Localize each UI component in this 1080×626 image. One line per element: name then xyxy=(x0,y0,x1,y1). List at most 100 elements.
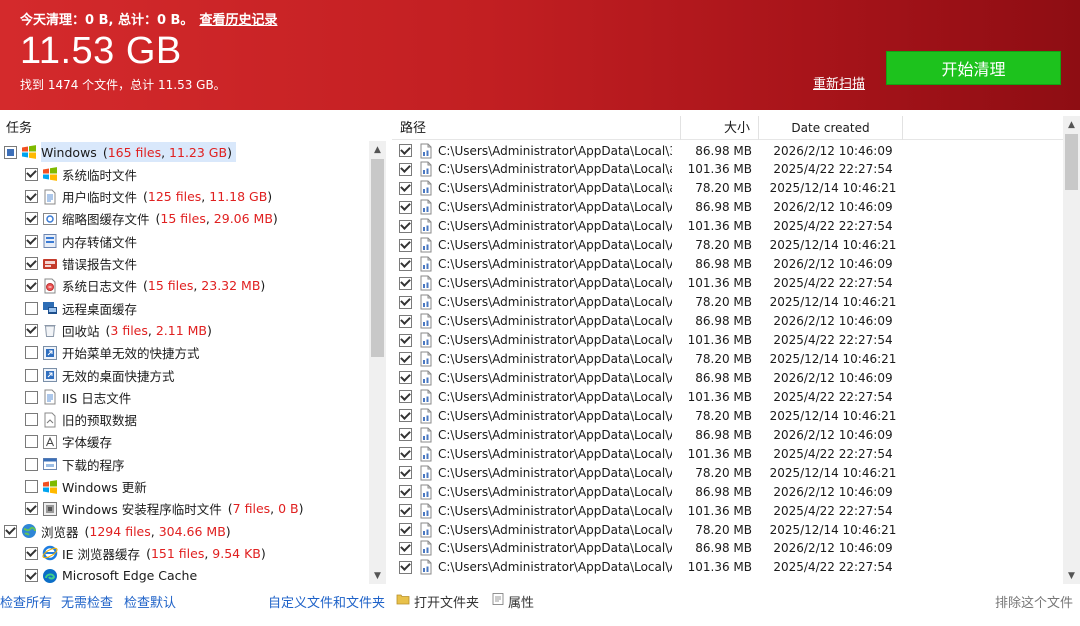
file-checkbox[interactable] xyxy=(399,428,412,442)
task-checkbox[interactable] xyxy=(4,524,17,538)
file-row[interactable]: C:\Users\Administrator\AppData\Local\A..… xyxy=(392,501,1063,520)
open-folder-button[interactable]: 打开文件夹 xyxy=(414,592,479,611)
file-checkbox[interactable] xyxy=(399,295,412,309)
task-item[interactable]: Windows (165 files, 11.23 GB) xyxy=(0,141,368,163)
column-header-date[interactable]: Date created xyxy=(759,116,903,140)
rescan-link[interactable]: 重新扫描 xyxy=(813,73,865,92)
file-row[interactable]: C:\Users\Administrator\AppData\Local\A..… xyxy=(392,406,1063,425)
scroll-down-arrow-icon[interactable]: ▼ xyxy=(1063,567,1080,584)
file-row[interactable]: C:\Users\Administrator\AppData\Local\A..… xyxy=(392,520,1063,539)
file-row[interactable]: C:\Users\Administrator\AppData\Local\A..… xyxy=(392,274,1063,293)
task-item[interactable]: 缩略图缓存文件 (15 files, 29.06 MB) xyxy=(0,208,368,230)
file-row[interactable]: C:\Users\Administrator\AppData\Local\A..… xyxy=(392,558,1063,577)
task-checkbox[interactable] xyxy=(25,435,38,449)
file-row[interactable]: C:\Users\Administrator\AppData\Local\A..… xyxy=(392,217,1063,236)
file-checkbox[interactable] xyxy=(399,257,412,271)
task-item[interactable]: 内存转储文件 xyxy=(0,230,368,252)
task-item[interactable]: 下载的程序 xyxy=(0,453,368,475)
file-checkbox[interactable] xyxy=(399,352,412,366)
file-checkbox[interactable] xyxy=(399,333,412,347)
check-none-link[interactable]: 无需检查 xyxy=(61,592,113,611)
scroll-up-arrow-icon[interactable]: ▲ xyxy=(369,141,386,158)
file-row[interactable]: C:\Users\Administrator\AppData\Local\A..… xyxy=(392,293,1063,312)
start-clean-button[interactable]: 开始清理 xyxy=(886,51,1061,85)
properties-button[interactable]: 属性 xyxy=(508,592,534,611)
file-row[interactable]: C:\Users\Administrator\AppData\Local\A..… xyxy=(392,444,1063,463)
file-row[interactable]: C:\Users\Administrator\AppData\Local\3..… xyxy=(392,141,1063,160)
file-row[interactable]: C:\Users\Administrator\AppData\Local\A..… xyxy=(392,387,1063,406)
file-row[interactable]: C:\Users\Administrator\AppData\Local\al.… xyxy=(392,160,1063,179)
task-item[interactable]: IE 浏览器缓存 (151 files, 9.54 KB) xyxy=(0,542,368,564)
file-checkbox[interactable] xyxy=(399,447,412,461)
task-item[interactable]: IIS 日志文件 xyxy=(0,386,368,408)
task-checkbox[interactable] xyxy=(25,546,38,560)
file-row[interactable]: C:\Users\Administrator\AppData\Local\A..… xyxy=(392,368,1063,387)
file-checkbox[interactable] xyxy=(399,409,412,423)
file-checkbox[interactable] xyxy=(399,162,412,176)
task-item[interactable]: Microsoft Edge Cache xyxy=(0,565,368,584)
task-checkbox[interactable] xyxy=(25,190,38,204)
task-checkbox[interactable] xyxy=(25,301,38,315)
column-header-path[interactable]: 路径 xyxy=(392,116,681,140)
file-row[interactable]: C:\Users\Administrator\AppData\Local\A..… xyxy=(392,482,1063,501)
task-checkbox[interactable] xyxy=(25,457,38,471)
file-checkbox[interactable] xyxy=(399,144,412,157)
task-checkbox[interactable] xyxy=(25,480,38,493)
column-header-size[interactable]: 大小 xyxy=(681,116,759,140)
task-item[interactable]: 开始菜单无效的快捷方式 xyxy=(0,342,368,364)
task-item[interactable]: 浏览器 (1294 files, 304.66 MB) xyxy=(0,520,368,542)
file-row[interactable]: C:\Users\Administrator\AppData\Local\A..… xyxy=(392,236,1063,255)
task-item[interactable]: Windows 安装程序临时文件 (7 files, 0 B) xyxy=(0,498,368,520)
task-checkbox[interactable] xyxy=(25,502,38,516)
task-item[interactable]: 回收站 (3 files, 2.11 MB) xyxy=(0,319,368,341)
file-row[interactable]: C:\Users\Administrator\AppData\Local\A..… xyxy=(392,349,1063,368)
task-scrollbar[interactable]: ▲ ▼ xyxy=(369,141,386,584)
file-row[interactable]: C:\Users\Administrator\AppData\Local\a..… xyxy=(392,179,1063,198)
task-checkbox[interactable] xyxy=(25,390,38,404)
task-checkbox[interactable] xyxy=(25,323,38,337)
file-checkbox[interactable] xyxy=(399,485,412,499)
scroll-down-arrow-icon[interactable]: ▼ xyxy=(369,567,386,584)
file-row[interactable]: C:\Users\Administrator\AppData\Local\A..… xyxy=(392,539,1063,558)
task-checkbox[interactable] xyxy=(25,279,38,293)
task-item[interactable]: 错误报告文件 xyxy=(0,253,368,275)
file-scrollbar[interactable]: ▲ ▼ xyxy=(1063,116,1080,584)
task-checkbox[interactable] xyxy=(25,413,38,427)
scroll-up-arrow-icon[interactable]: ▲ xyxy=(1063,116,1080,133)
task-item[interactable]: 远程桌面缓存 xyxy=(0,297,368,319)
file-row[interactable]: C:\Users\Administrator\AppData\Local\A..… xyxy=(392,312,1063,331)
task-checkbox[interactable] xyxy=(25,234,38,248)
task-item[interactable]: 无效的桌面快捷方式 xyxy=(0,364,368,386)
custom-files-link[interactable]: 自定义文件和文件夹 xyxy=(268,592,385,611)
task-item[interactable]: 用户临时文件 (125 files, 11.18 GB) xyxy=(0,186,368,208)
file-row[interactable]: C:\Users\Administrator\AppData\Local\A..… xyxy=(392,331,1063,350)
file-checkbox[interactable] xyxy=(399,276,412,290)
file-checkbox[interactable] xyxy=(399,200,412,214)
task-checkbox[interactable] xyxy=(25,346,38,360)
file-row[interactable]: C:\Users\Administrator\AppData\Local\A..… xyxy=(392,255,1063,274)
file-checkbox[interactable] xyxy=(399,371,412,385)
task-checkbox[interactable] xyxy=(25,368,38,382)
task-checkbox[interactable] xyxy=(25,257,38,270)
check-default-link[interactable]: 检查默认 xyxy=(124,592,176,611)
history-link[interactable]: 查看历史记录 xyxy=(199,13,277,28)
task-item[interactable]: 系统日志文件 (15 files, 23.32 MB) xyxy=(0,275,368,297)
file-checkbox[interactable] xyxy=(399,523,412,536)
file-checkbox[interactable] xyxy=(399,504,412,518)
file-row[interactable]: C:\Users\Administrator\AppData\Local\A..… xyxy=(392,463,1063,482)
file-checkbox[interactable] xyxy=(399,560,412,574)
file-checkbox[interactable] xyxy=(399,238,412,252)
check-all-link[interactable]: 检查所有 xyxy=(0,592,52,611)
task-item[interactable]: Windows 更新 xyxy=(0,476,368,498)
file-checkbox[interactable] xyxy=(399,466,412,480)
task-item[interactable]: 系统临时文件 xyxy=(0,163,368,185)
scroll-thumb[interactable] xyxy=(371,159,384,357)
file-checkbox[interactable] xyxy=(399,181,412,195)
task-checkbox[interactable] xyxy=(25,569,38,583)
file-row[interactable]: C:\Users\Administrator\AppData\Local\A..… xyxy=(392,425,1063,444)
task-checkbox[interactable] xyxy=(25,167,38,181)
file-checkbox[interactable] xyxy=(399,541,412,555)
task-item[interactable]: 字体缓存 xyxy=(0,431,368,453)
exclude-file-button[interactable]: 排除这个文件 xyxy=(995,592,1073,611)
file-checkbox[interactable] xyxy=(399,219,412,233)
